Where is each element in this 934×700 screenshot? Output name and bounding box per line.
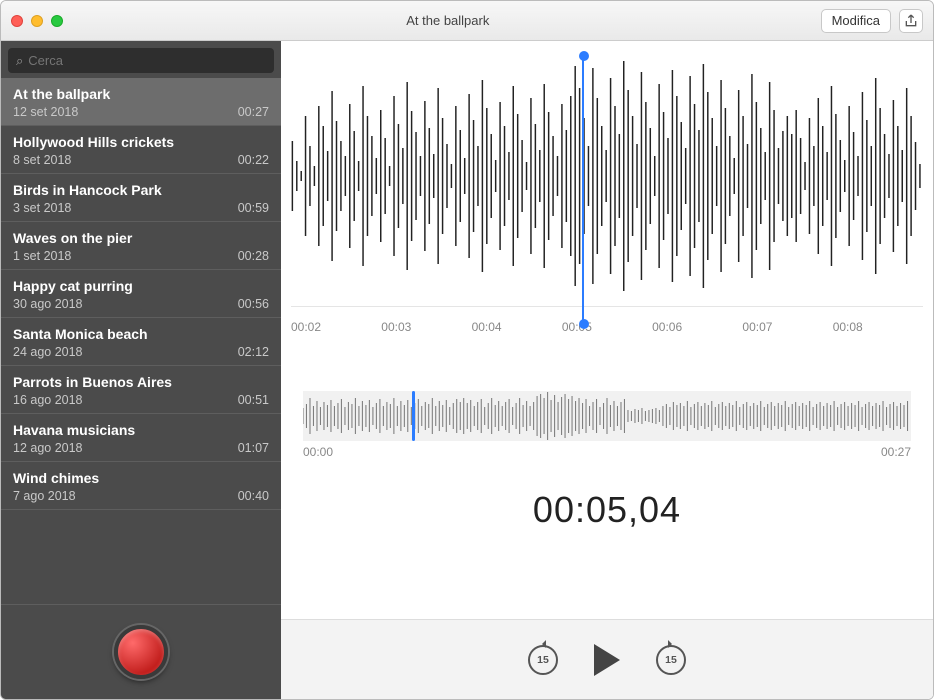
- recording-date: 12 set 2018: [13, 105, 78, 119]
- skip-forward-button[interactable]: 15: [656, 645, 686, 675]
- ruler-tick: 00:06: [652, 320, 742, 334]
- overview-start: 00:00: [303, 445, 333, 459]
- share-button[interactable]: [899, 9, 923, 33]
- recording-item[interactable]: Havana musicians 12 ago 2018 01:07: [1, 414, 281, 462]
- skip-back-button[interactable]: 15: [528, 645, 558, 675]
- recording-item[interactable]: Happy cat purring 30 ago 2018 00:56: [1, 270, 281, 318]
- playhead[interactable]: [582, 56, 584, 324]
- recording-title: Happy cat purring: [13, 278, 269, 294]
- skip-forward-icon: 15: [656, 645, 686, 675]
- recording-duration: 00:40: [238, 489, 269, 503]
- skip-back-icon: 15: [528, 645, 558, 675]
- recording-item[interactable]: At the ballpark 12 set 2018 00:27: [1, 78, 281, 126]
- waveform-overview[interactable]: [303, 391, 911, 441]
- app-window: At the ballpark Modifica ⌕ At the ballpa…: [0, 0, 934, 700]
- recording-title: Wind chimes: [13, 470, 269, 486]
- recording-title: Hollywood Hills crickets: [13, 134, 269, 150]
- recording-item[interactable]: Wind chimes 7 ago 2018 00:40: [1, 462, 281, 510]
- window-controls: [11, 15, 63, 27]
- recording-duration: 00:22: [238, 153, 269, 167]
- sidebar: ⌕ At the ballpark 12 set 2018 00:27 Hollywo…: [1, 41, 281, 699]
- recording-duration: 02:12: [238, 345, 269, 359]
- recording-date: 3 set 2018: [13, 201, 71, 215]
- body: ⌕ At the ballpark 12 set 2018 00:27 Hollywo…: [1, 41, 933, 699]
- current-time: 00:05,04: [281, 489, 933, 531]
- search-icon: ⌕: [16, 53, 23, 69]
- recording-date: 7 ago 2018: [13, 489, 76, 503]
- recording-title: Birds in Hancock Park: [13, 182, 269, 198]
- recording-duration: 01:07: [238, 441, 269, 455]
- waveform-zoom[interactable]: 00:0200:0300:0400:0500:0600:0700:08: [291, 46, 923, 356]
- ruler-tick: 00:04: [472, 320, 562, 334]
- recording-title: Havana musicians: [13, 422, 269, 438]
- recording-title: At the ballpark: [13, 86, 269, 102]
- time-ruler: 00:0200:0300:0400:0500:0600:0700:08: [291, 306, 923, 336]
- recording-date: 1 set 2018: [13, 249, 71, 263]
- toolbar-right: Modifica: [821, 9, 923, 33]
- recording-item[interactable]: Parrots in Buenos Aires 16 ago 2018 00:51: [1, 366, 281, 414]
- recording-date: 8 set 2018: [13, 153, 71, 167]
- edit-button[interactable]: Modifica: [821, 9, 891, 33]
- titlebar: At the ballpark Modifica: [1, 1, 933, 41]
- recording-duration: 00:59: [238, 201, 269, 215]
- record-area: [1, 604, 281, 699]
- recordings-list: At the ballpark 12 set 2018 00:27 Hollywood…: [1, 78, 281, 604]
- recording-item[interactable]: Birds in Hancock Park 3 set 2018 00:59: [1, 174, 281, 222]
- recording-title: Santa Monica beach: [13, 326, 269, 342]
- recording-title: Waves on the pier: [13, 230, 269, 246]
- search-field[interactable]: ⌕: [8, 48, 274, 73]
- minimize-window-button[interactable]: [31, 15, 43, 27]
- playback-controls: 15 15: [281, 619, 933, 699]
- window-title: At the ballpark: [75, 13, 821, 28]
- recording-title: Parrots in Buenos Aires: [13, 374, 269, 390]
- recording-date: 30 ago 2018: [13, 297, 83, 311]
- overview-end: 00:27: [881, 445, 911, 459]
- play-icon: [594, 644, 620, 676]
- ruler-tick: 00:02: [291, 320, 381, 334]
- main-panel: 00:0200:0300:0400:0500:0600:0700:08 00:0…: [281, 41, 933, 699]
- overview-labels: 00:00 00:27: [303, 445, 911, 459]
- recording-item[interactable]: Hollywood Hills crickets 8 set 2018 00:22: [1, 126, 281, 174]
- search-input[interactable]: [28, 53, 266, 68]
- zoom-window-button[interactable]: [51, 15, 63, 27]
- recording-duration: 00:56: [238, 297, 269, 311]
- recording-item[interactable]: Santa Monica beach 24 ago 2018 02:12: [1, 318, 281, 366]
- ruler-tick: 00:05: [562, 320, 652, 334]
- recording-duration: 00:51: [238, 393, 269, 407]
- recording-date: 16 ago 2018: [13, 393, 83, 407]
- share-icon: [903, 13, 919, 29]
- recording-item[interactable]: Waves on the pier 1 set 2018 00:28: [1, 222, 281, 270]
- recording-duration: 00:27: [238, 105, 269, 119]
- play-button[interactable]: [594, 644, 620, 676]
- close-window-button[interactable]: [11, 15, 23, 27]
- ruler-tick: 00:08: [833, 320, 923, 334]
- waveform-overview-svg: [303, 391, 911, 441]
- ruler-tick: 00:07: [742, 320, 832, 334]
- recording-date: 12 ago 2018: [13, 441, 83, 455]
- record-button[interactable]: [114, 625, 168, 679]
- ruler-tick: 00:03: [381, 320, 471, 334]
- recording-date: 24 ago 2018: [13, 345, 83, 359]
- waveform-zoom-svg: [291, 46, 923, 306]
- recording-duration: 00:28: [238, 249, 269, 263]
- overview-cursor[interactable]: [412, 391, 415, 441]
